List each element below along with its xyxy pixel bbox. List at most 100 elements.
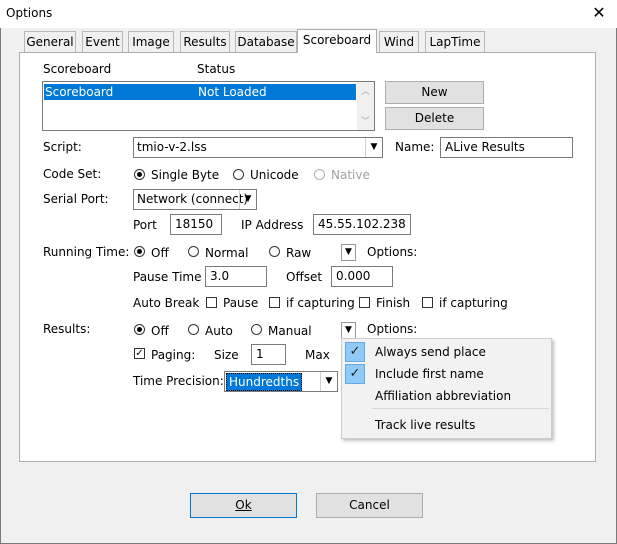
chevron-down-icon: ▼ <box>239 190 256 209</box>
list-item-status: Not Loaded <box>198 85 267 99</box>
close-icon: ✕ <box>592 3 606 22</box>
chevron-down-icon: ▼ <box>345 325 352 335</box>
radio-running-normal-label: Normal <box>205 246 249 260</box>
finish-checkbox[interactable] <box>359 297 370 308</box>
close-button[interactable]: ✕ <box>588 4 610 24</box>
radio-results-off-label: Off <box>151 324 169 338</box>
pause-checkbox[interactable] <box>206 297 217 308</box>
tab-laptime[interactable]: LapTime <box>425 31 485 52</box>
radio-single-byte-label: Single Byte <box>151 168 220 182</box>
radio-results-manual[interactable] <box>251 324 262 335</box>
menu-item-affiliation-abbreviation[interactable]: Affiliation abbreviation <box>342 385 551 407</box>
column-header-status: Status <box>197 62 236 76</box>
chevron-down-icon: ▼ <box>365 138 382 157</box>
tab-wind[interactable]: Wind <box>379 31 419 52</box>
list-item-name: Scoreboard <box>45 85 114 99</box>
radio-single-byte[interactable] <box>134 169 145 180</box>
pause-checkbox-label: Pause <box>223 296 259 310</box>
time-precision-value: Hundredths <box>226 373 303 391</box>
size-label: Size <box>214 348 239 362</box>
code-set-label: Code Set: <box>43 167 102 181</box>
script-dropdown[interactable]: tmio-v-2.lss ▼ <box>133 137 383 158</box>
auto-break-label: Auto Break <box>133 296 200 310</box>
scoreboard-list[interactable]: Scoreboard Not Loaded ︿ ﹀ <box>42 81 375 131</box>
menu-item-label: Include first name <box>375 367 484 381</box>
port-field[interactable]: 18150 <box>170 214 222 235</box>
chevron-down-icon: ▼ <box>320 372 337 391</box>
offset-label: Offset <box>286 270 323 284</box>
name-label: Name: <box>395 140 435 154</box>
menu-item-label: Always send place <box>375 345 486 359</box>
radio-running-off[interactable] <box>134 246 145 257</box>
radio-unicode[interactable] <box>233 169 244 180</box>
if-capturing-checkbox-2[interactable] <box>422 297 433 308</box>
script-value: tmio-v-2.lss <box>137 140 207 154</box>
running-time-options-label: Options: <box>367 245 418 259</box>
time-precision-label: Time Precision: <box>133 374 224 388</box>
radio-unicode-label: Unicode <box>250 168 299 182</box>
tab-image[interactable]: Image <box>128 31 174 52</box>
tab-scoreboard[interactable]: Scoreboard <box>297 29 377 53</box>
radio-results-auto[interactable] <box>188 324 199 335</box>
window-title: Options <box>6 6 53 20</box>
time-precision-dropdown[interactable]: Hundredths ▼ <box>224 371 338 392</box>
list-item[interactable]: Scoreboard Not Loaded <box>44 84 356 100</box>
radio-results-auto-label: Auto <box>205 324 233 338</box>
radio-native-label: Native <box>331 168 370 182</box>
menu-item-always-send-place[interactable]: ✓ Always send place <box>342 341 551 363</box>
serial-port-label: Serial Port: <box>43 192 109 206</box>
menu-item-label: Affiliation abbreviation <box>375 389 512 403</box>
cancel-button[interactable]: Cancel <box>316 493 423 518</box>
paging-label: Paging: <box>151 348 196 362</box>
radio-running-off-label: Off <box>151 246 169 260</box>
menu-item-track-live-results[interactable]: Track live results <box>342 414 551 436</box>
tab-database[interactable]: Database <box>235 31 297 52</box>
results-label: Results: <box>43 322 91 336</box>
checkmark-icon: ✓ <box>135 348 144 359</box>
menu-item-label: Track live results <box>375 418 476 432</box>
ok-button[interactable]: Ok <box>190 493 297 518</box>
offset-field[interactable]: 0.000 <box>331 266 393 287</box>
serial-port-dropdown[interactable]: Network (connect) ▼ <box>133 189 257 210</box>
size-field[interactable]: 1 <box>251 344 286 365</box>
chevron-down-icon: ▼ <box>345 247 352 257</box>
tab-results[interactable]: Results <box>180 31 230 52</box>
radio-running-raw-label: Raw <box>286 246 312 260</box>
radio-results-off[interactable] <box>134 324 145 335</box>
radio-native <box>314 169 325 180</box>
scroll-down-icon[interactable]: ﹀ <box>361 114 370 127</box>
running-time-options-dropdown[interactable]: ▼ <box>341 244 356 261</box>
results-options-menu: ✓ Always send place ✓ Include first name… <box>341 338 552 439</box>
delete-button[interactable]: Delete <box>385 107 484 130</box>
column-header-scoreboard: Scoreboard <box>43 62 112 76</box>
list-scrollbar[interactable]: ︿ ﹀ <box>357 82 374 130</box>
menu-item-include-first-name[interactable]: ✓ Include first name <box>342 363 551 385</box>
port-label: Port <box>133 218 157 232</box>
radio-running-raw[interactable] <box>269 246 280 257</box>
tab-event[interactable]: Event <box>82 31 123 52</box>
paging-checkbox[interactable]: ✓ <box>134 348 145 359</box>
checkmark-icon: ✓ <box>345 364 365 384</box>
ip-address-field[interactable]: 45.55.102.238 <box>313 214 411 235</box>
serial-port-value: Network (connect) <box>137 192 249 206</box>
results-options-label: Options: <box>367 322 418 336</box>
if-capturing-checkbox-1[interactable] <box>269 297 280 308</box>
radio-running-normal[interactable] <box>188 246 199 257</box>
finish-checkbox-label: Finish <box>376 296 411 310</box>
results-options-dropdown[interactable]: ▼ <box>341 322 356 339</box>
checkmark-icon: ✓ <box>345 342 365 362</box>
cancel-button-label: Cancel <box>349 498 390 512</box>
ip-address-label: IP Address <box>241 218 304 232</box>
scroll-up-icon[interactable]: ︿ <box>361 84 370 97</box>
if-capturing-label-2: if capturing <box>439 296 508 310</box>
max-label: Max <box>305 348 330 362</box>
pause-time-field[interactable]: 3.0 <box>205 266 267 287</box>
ok-button-label: Ok <box>235 498 252 512</box>
if-capturing-label-1: if capturing <box>286 296 355 310</box>
new-button[interactable]: New <box>385 81 484 104</box>
script-label: Script: <box>43 140 82 154</box>
radio-results-manual-label: Manual <box>268 324 312 338</box>
menu-separator <box>372 408 549 409</box>
tab-general[interactable]: General <box>24 31 76 52</box>
name-field[interactable]: ALive Results <box>440 137 573 158</box>
